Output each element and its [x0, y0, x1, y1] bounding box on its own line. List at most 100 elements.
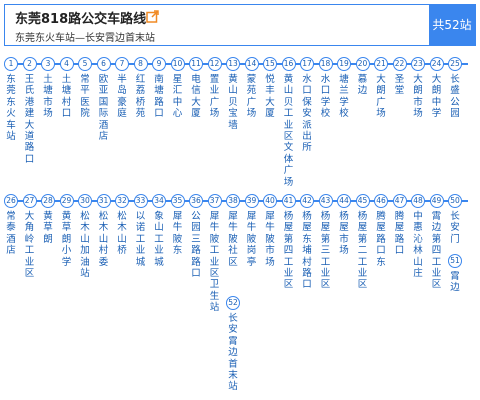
- stop-number[interactable]: 39: [244, 194, 259, 208]
- stop-name[interactable]: 犀牛陂工业区卫生站: [209, 211, 220, 314]
- stop-number[interactable]: 43: [318, 194, 333, 208]
- stop-name[interactable]: 水口保安派出所: [302, 74, 313, 154]
- stop-name[interactable]: 黄草朗小学: [61, 211, 72, 268]
- stop-name[interactable]: 大角岭工业区: [24, 211, 35, 279]
- stop-number[interactable]: 48: [411, 194, 425, 208]
- stop-name[interactable]: 腾屋路口: [394, 211, 405, 257]
- stop-number[interactable]: 40: [263, 194, 277, 208]
- stop-name[interactable]: 黄草朗: [43, 211, 54, 245]
- stop-name[interactable]: 大朗中学: [431, 74, 442, 120]
- stop-number[interactable]: 41: [281, 194, 296, 208]
- stop-number[interactable]: 2: [22, 57, 37, 71]
- stop-number[interactable]: 6: [96, 57, 111, 71]
- stop-name[interactable]: 大朗市场: [413, 74, 424, 120]
- stop-number[interactable]: 45: [355, 194, 370, 208]
- stop-number[interactable]: 37: [207, 194, 222, 208]
- stop-number[interactable]: 46: [374, 194, 388, 208]
- stop-number[interactable]: 17: [300, 57, 314, 71]
- stop-name[interactable]: 中惠沁林山庄: [413, 211, 424, 279]
- stop-number[interactable]: 27: [22, 194, 37, 208]
- stop-number[interactable]: 32: [115, 194, 129, 208]
- stop-number[interactable]: 35: [170, 194, 185, 208]
- stop-number[interactable]: 28: [41, 194, 55, 208]
- stop-number[interactable]: 15: [263, 57, 277, 71]
- stop-number[interactable]: 16: [281, 57, 296, 71]
- stop-name[interactable]: 松木山加油站: [80, 211, 91, 279]
- stop-number[interactable]: 22: [392, 57, 407, 71]
- stop-name[interactable]: 塘兰学校: [339, 74, 350, 120]
- stop-number[interactable]: 14: [244, 57, 259, 71]
- stop-number[interactable]: 20: [355, 57, 370, 71]
- stop-name[interactable]: 犀牛陂东: [172, 211, 183, 257]
- stop-name[interactable]: 南塘路口: [154, 74, 165, 120]
- stop-number[interactable]: 38: [226, 194, 240, 208]
- stop-name[interactable]: 长安门: [450, 211, 461, 245]
- stop-number[interactable]: 3: [41, 57, 55, 71]
- stop-name[interactable]: 杨屋第四工业区: [283, 211, 294, 291]
- stop-name[interactable]: 象山工业城: [154, 211, 165, 268]
- stop-number[interactable]: 18: [318, 57, 333, 71]
- stop-number[interactable]: 26: [4, 194, 18, 208]
- stop-number[interactable]: 5: [78, 57, 92, 71]
- stop-name[interactable]: 土塘市场: [43, 74, 54, 120]
- stop-number[interactable]: 52: [226, 296, 240, 310]
- stop-name[interactable]: 王氏港建大道路口: [24, 74, 35, 165]
- stop-number[interactable]: 21: [374, 57, 388, 71]
- stop-number[interactable]: 9: [152, 57, 166, 71]
- stop-count-badge[interactable]: 共52站: [429, 5, 475, 45]
- stop-number[interactable]: 42: [300, 194, 314, 208]
- stop-number[interactable]: 50: [448, 194, 462, 208]
- stop-name[interactable]: 慕边: [357, 74, 368, 97]
- stop-name[interactable]: 腾屋路口东: [376, 211, 387, 268]
- stop-name[interactable]: 常泰酒店: [6, 211, 17, 257]
- stop-number[interactable]: 13: [226, 57, 240, 71]
- stop-name[interactable]: 蒙苑广场: [246, 74, 257, 120]
- stop-name[interactable]: 长盛公园: [450, 74, 461, 120]
- stop-number[interactable]: 1: [4, 57, 18, 71]
- stop-name[interactable]: 土塘村口: [61, 74, 72, 120]
- stop-number[interactable]: 23: [411, 57, 425, 71]
- stop-name[interactable]: 黄山贝宝墙: [228, 74, 239, 131]
- stop-number[interactable]: 47: [392, 194, 407, 208]
- stop-name[interactable]: 杨屋市场: [339, 211, 350, 257]
- stop-number[interactable]: 36: [189, 194, 203, 208]
- stop-name[interactable]: 长安霄边首末站: [228, 313, 239, 393]
- stop-number[interactable]: 30: [78, 194, 92, 208]
- stop-number[interactable]: 4: [59, 57, 74, 71]
- stop-name[interactable]: 以诺工业城: [135, 211, 146, 268]
- stop-name[interactable]: 杨屋第二工业区: [357, 211, 368, 291]
- stop-number[interactable]: 34: [152, 194, 166, 208]
- stop-name[interactable]: 霄边: [450, 271, 461, 294]
- stop-name[interactable]: 东莞东火车站: [6, 74, 17, 142]
- stop-name[interactable]: 置业广场: [209, 74, 220, 120]
- stop-number[interactable]: 31: [96, 194, 111, 208]
- stop-name[interactable]: 欧亚国际酒店: [98, 74, 109, 142]
- stop-number[interactable]: 19: [337, 57, 351, 71]
- stop-name[interactable]: 半岛豪庭: [117, 74, 128, 120]
- stop-number[interactable]: 29: [59, 194, 74, 208]
- stop-number[interactable]: 25: [448, 57, 462, 71]
- stop-name[interactable]: 犀牛陂市场: [265, 211, 276, 268]
- stop-name[interactable]: 红荔桥苑: [135, 74, 146, 120]
- stop-name[interactable]: 犀牛陂岗亭: [246, 211, 257, 268]
- stop-number[interactable]: 7: [115, 57, 129, 71]
- stop-number[interactable]: 11: [189, 57, 203, 71]
- stop-name[interactable]: 霄边第四工业区: [431, 211, 442, 291]
- stop-name[interactable]: 常平医院: [80, 74, 91, 120]
- stop-name[interactable]: 黄山贝工业区文体广场: [283, 74, 294, 188]
- stop-name[interactable]: 星汇中心: [172, 74, 183, 120]
- stop-name[interactable]: 圣堂: [394, 74, 405, 97]
- stop-number[interactable]: 51: [448, 254, 462, 268]
- stop-name[interactable]: 杨屋第三工业区: [320, 211, 331, 291]
- stop-number[interactable]: 44: [337, 194, 351, 208]
- stop-name[interactable]: 松木山村委: [98, 211, 109, 268]
- stop-name[interactable]: 杨屋东埔村路口: [302, 211, 313, 291]
- stop-number[interactable]: 8: [133, 57, 148, 71]
- stop-name[interactable]: 犀牛陂社区: [228, 211, 239, 268]
- stop-name[interactable]: 水口学校: [320, 74, 331, 120]
- stop-name[interactable]: 松木山桥: [117, 211, 128, 257]
- stop-number[interactable]: 49: [429, 194, 444, 208]
- stop-number[interactable]: 33: [133, 194, 148, 208]
- stop-name[interactable]: 电信大厦: [191, 74, 202, 120]
- stop-name[interactable]: 悦丰大厦: [265, 74, 276, 120]
